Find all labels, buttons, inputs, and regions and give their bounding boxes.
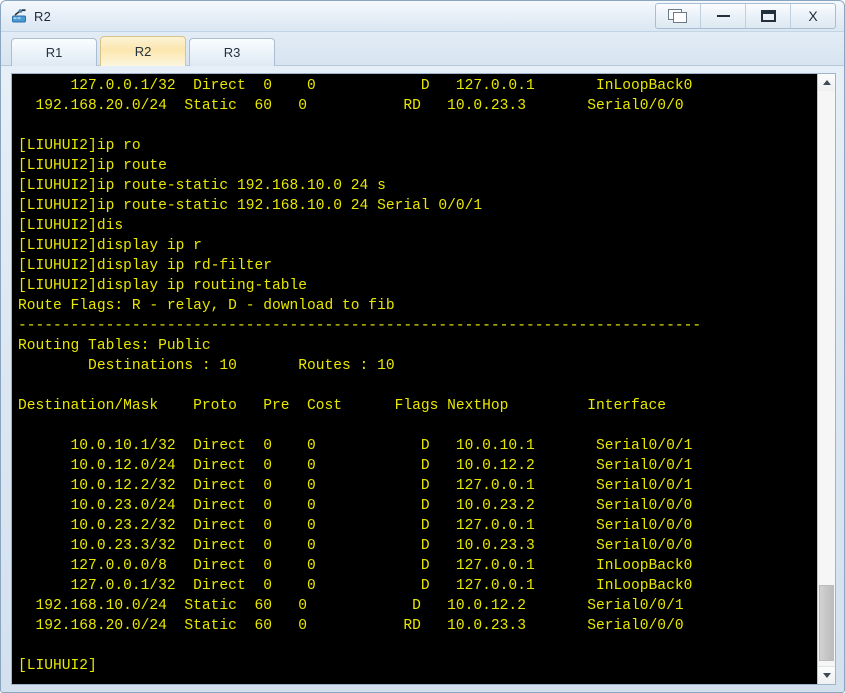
tab-r1[interactable]: R1 <box>11 38 97 66</box>
cascade-windows-button[interactable] <box>656 4 701 28</box>
minimize-button[interactable] <box>701 4 746 28</box>
scroll-up-button[interactable] <box>818 74 835 92</box>
router-icon <box>11 8 28 25</box>
minimize-icon <box>716 15 730 17</box>
device-tab-strip: R1 R2 R3 <box>1 32 844 66</box>
scrollbar-track[interactable] <box>818 91 835 667</box>
chevron-down-icon <box>822 673 831 678</box>
tab-r3[interactable]: R3 <box>189 38 275 66</box>
maximize-button[interactable] <box>746 4 791 28</box>
tab-r2[interactable]: R2 <box>100 36 186 66</box>
terminal-vertical-scrollbar[interactable] <box>817 74 835 684</box>
title-bar-left: R2 <box>1 8 51 25</box>
close-icon: X <box>808 8 818 24</box>
window-controls: X <box>655 3 836 29</box>
router-cli-window: R2 X R1 R2 R3 127.0.0.1/32 Direct 0 0 D … <box>0 0 845 693</box>
window-title: R2 <box>34 8 52 24</box>
cascade-icon <box>668 8 688 24</box>
close-button[interactable]: X <box>791 4 835 28</box>
scrollbar-thumb[interactable] <box>819 585 834 661</box>
chevron-up-icon <box>822 80 831 85</box>
terminal-console[interactable]: 127.0.0.1/32 Direct 0 0 D 127.0.0.1 InLo… <box>12 74 817 684</box>
terminal-panel: 127.0.0.1/32 Direct 0 0 D 127.0.0.1 InLo… <box>11 73 836 685</box>
tab-r1-label: R1 <box>45 45 63 60</box>
maximize-icon <box>760 10 776 22</box>
scroll-down-button[interactable] <box>818 666 835 684</box>
tab-r2-label: R2 <box>134 44 152 59</box>
terminal-output: 127.0.0.1/32 Direct 0 0 D 127.0.0.1 InLo… <box>18 78 702 674</box>
tab-r3-label: R3 <box>223 45 241 60</box>
title-bar: R2 X <box>1 1 844 32</box>
